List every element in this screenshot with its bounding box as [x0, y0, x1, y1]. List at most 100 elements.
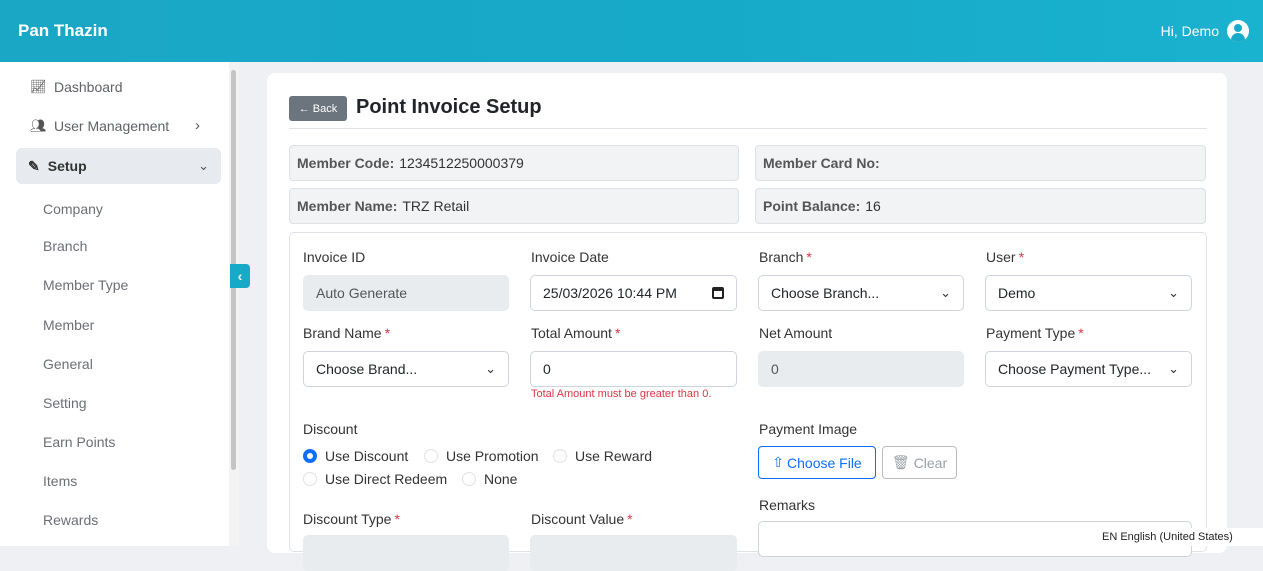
user-avatar-icon[interactable]: [1227, 20, 1249, 42]
payment-type-select-value: Choose Payment Type...: [998, 361, 1152, 377]
back-button[interactable]: ← Back: [289, 96, 347, 121]
required-mark: *: [614, 325, 621, 341]
user-menu[interactable]: Hi, Demo: [1161, 20, 1249, 42]
net-amount-value: 0: [771, 361, 779, 377]
chart-line-icon: 📈︎: [30, 79, 47, 94]
brand-select[interactable]: Choose Brand... ⌄: [303, 351, 509, 387]
member-name-value: TRZ Retail: [402, 198, 470, 214]
radio-indicator[interactable]: [303, 472, 317, 486]
radio-label: Use Promotion: [446, 448, 539, 464]
required-mark: *: [1078, 325, 1084, 341]
language-indicator[interactable]: EN English (United States): [1066, 528, 1263, 546]
total-amount-error: Total Amount must be greater than 0.: [531, 388, 712, 400]
branch-label-text: Branch: [759, 249, 804, 265]
clear-button[interactable]: 🗑︎ Clear: [882, 446, 957, 479]
sidebar-subitem-member[interactable]: Member: [43, 317, 94, 333]
chevron-down-icon: ⌄: [940, 285, 951, 300]
chevron-down-icon: ⌄: [485, 361, 496, 376]
net-amount-label: Net Amount: [759, 325, 833, 341]
point-balance-label: Point Balance:: [763, 198, 861, 214]
required-mark: *: [384, 325, 391, 341]
member-code-value: 1234512250000379: [399, 155, 524, 171]
sidebar-subitem-company[interactable]: Company: [43, 201, 103, 217]
discount-value-label-text: Discount Value: [531, 511, 625, 527]
title-divider: [289, 128, 1207, 129]
total-amount-label: Total Amount *: [531, 325, 620, 341]
radio-indicator[interactable]: [424, 449, 438, 463]
payment-type-select[interactable]: Choose Payment Type... ⌄: [985, 351, 1192, 387]
sidebar-item-label: Dashboard: [54, 79, 123, 95]
sidebar-subitem-earn-points[interactable]: Earn Points: [43, 434, 115, 450]
chevron-left-icon: ‹: [237, 268, 243, 284]
radio-use-direct-redeem[interactable]: Use Direct Redeem: [303, 471, 447, 487]
payment-type-label: Payment Type *: [986, 325, 1084, 341]
branch-select[interactable]: Choose Branch... ⌄: [758, 275, 964, 311]
brand-select-value: Choose Brand...: [316, 361, 418, 377]
sidebar-subitem-branch[interactable]: Branch: [43, 238, 87, 254]
payment-type-label-text: Payment Type: [986, 325, 1076, 341]
total-amount-label-text: Total Amount: [531, 325, 612, 341]
calendar-icon[interactable]: [712, 287, 724, 299]
greeting-text: Hi, Demo: [1160, 23, 1219, 39]
invoice-id-label: Invoice ID: [303, 249, 366, 265]
radio-label: Use Discount: [325, 448, 409, 464]
sidebar: 📈︎ Dashboard 👥︎ User Management › ✎ Setu…: [0, 62, 229, 546]
member-code-box: Member Code: 1234512250000379: [289, 145, 739, 181]
member-card-box: Member Card No:: [755, 145, 1206, 181]
brand-name-label-text: Brand Name: [303, 325, 382, 341]
discount-type-select[interactable]: [303, 535, 509, 571]
page-title: Point Invoice Setup: [356, 96, 542, 118]
user-select[interactable]: Demo ⌄: [985, 275, 1192, 311]
brand-title[interactable]: Pan Thazin: [18, 21, 108, 41]
remarks-label: Remarks: [759, 497, 816, 513]
invoice-id-value: Auto Generate: [316, 285, 408, 301]
choose-file-button[interactable]: ⇧ Choose File: [758, 446, 876, 479]
sidebar-subitem-member-type[interactable]: Member Type: [43, 277, 128, 293]
clear-label: Clear: [913, 454, 948, 471]
chevron-down-icon: ⌄: [1168, 361, 1179, 376]
sidebar-subitem-general[interactable]: General: [43, 356, 93, 372]
total-amount-input[interactable]: 0: [530, 351, 737, 387]
discount-type-label: Discount Type *: [303, 511, 400, 527]
chevron-right-icon[interactable]: ›: [195, 117, 200, 134]
radio-use-reward[interactable]: Use Reward: [553, 448, 652, 464]
sidebar-item-setup[interactable]: ✎ Setup ⌄: [16, 148, 221, 184]
discount-value-label: Discount Value *: [531, 511, 633, 527]
member-code-label: Member Code:: [297, 155, 395, 171]
radio-indicator[interactable]: [553, 449, 567, 463]
radio-label: Use Direct Redeem: [325, 471, 448, 487]
radio-none[interactable]: None: [462, 471, 517, 487]
point-balance-box: Point Balance: 16: [755, 188, 1206, 224]
sidebar-collapse-button[interactable]: ‹: [230, 264, 250, 288]
radio-indicator[interactable]: [303, 449, 317, 463]
choose-file-label: Choose File: [787, 454, 862, 471]
sidebar-item-label: Setup: [47, 158, 87, 174]
required-mark: *: [627, 511, 633, 527]
invoice-date-label: Invoice Date: [531, 249, 609, 265]
upload-icon: ⇧: [772, 454, 785, 470]
chevron-down-icon: ⌄: [198, 158, 209, 173]
total-amount-value: 0: [543, 361, 551, 377]
brand-name-label: Brand Name *: [303, 325, 390, 341]
sidebar-subitem-setting[interactable]: Setting: [43, 395, 87, 411]
net-amount-field: 0: [758, 351, 964, 387]
trash-icon: 🗑︎: [891, 454, 910, 470]
sidebar-subitem-items[interactable]: Items: [43, 473, 77, 489]
radio-use-promotion[interactable]: Use Promotion: [424, 448, 539, 464]
discount-value-input[interactable]: [530, 535, 737, 571]
sidebar-subitem-rewards[interactable]: Rewards: [43, 512, 98, 528]
sidebar-item-user-management[interactable]: 👥︎ User Management: [30, 118, 169, 134]
invoice-date-value: 25/03/2026 10:44 PM: [543, 285, 677, 301]
radio-use-discount[interactable]: Use Discount: [303, 448, 408, 464]
point-balance-value: 16: [865, 198, 881, 214]
required-mark: *: [1018, 249, 1025, 265]
radio-indicator[interactable]: [462, 472, 476, 486]
discount-label: Discount: [303, 421, 358, 437]
invoice-date-input[interactable]: 25/03/2026 10:44 PM: [530, 275, 737, 311]
branch-select-value: Choose Branch...: [771, 285, 880, 301]
sidebar-item-dashboard[interactable]: 📈︎ Dashboard: [30, 79, 123, 95]
payment-image-label: Payment Image: [759, 421, 858, 437]
chevron-down-icon: ⌄: [1168, 285, 1179, 300]
member-name-label: Member Name:: [297, 198, 398, 214]
radio-label: None: [484, 471, 518, 487]
